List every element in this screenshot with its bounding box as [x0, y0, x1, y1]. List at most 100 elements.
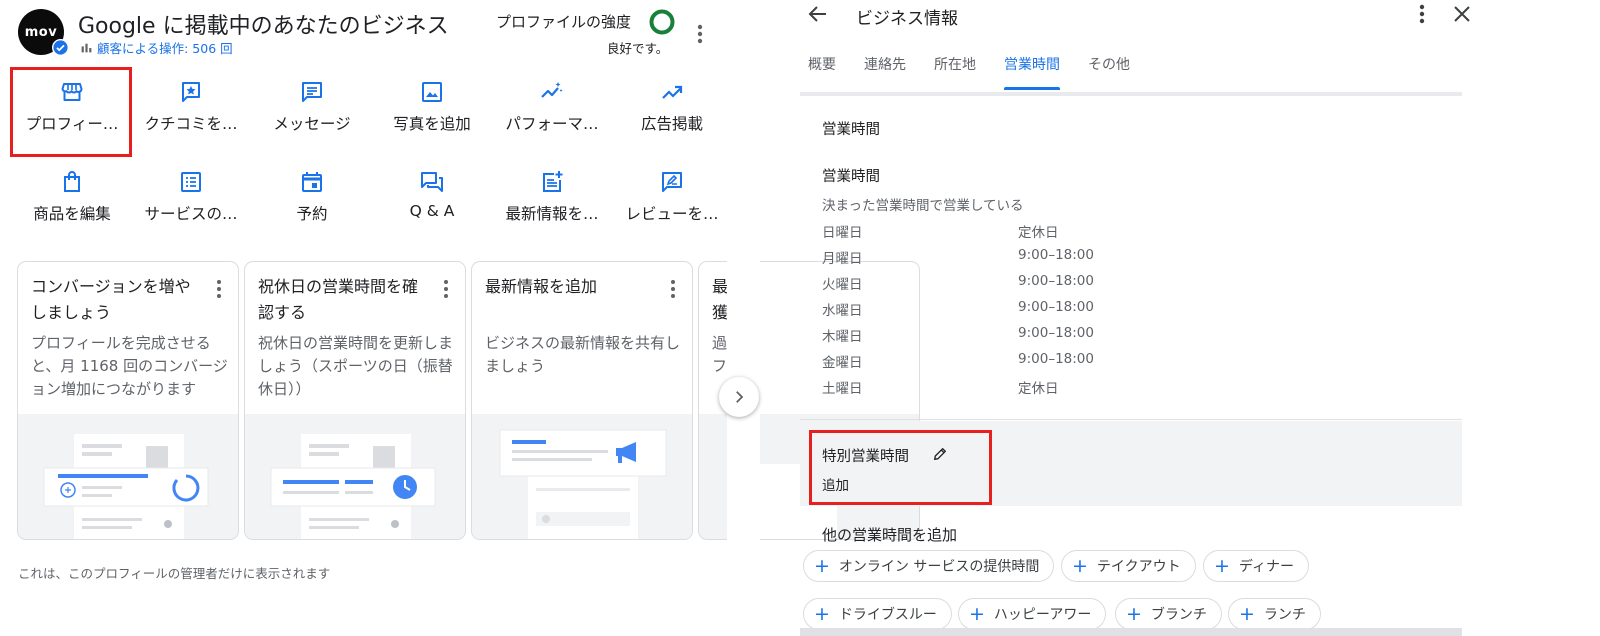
time-value: 9:00–18:00 — [1018, 273, 1094, 289]
chip-drive-through[interactable]: + ドライブスルー — [803, 598, 952, 630]
time-value: 9:00–18:00 — [1018, 299, 1094, 315]
plus-icon: + — [1239, 602, 1255, 625]
qa-icon — [421, 172, 443, 192]
ask-review-button[interactable]: レビューを… — [612, 170, 732, 230]
close-icon[interactable] — [1450, 2, 1474, 26]
action-label: レビューを… — [625, 205, 719, 223]
tab-more[interactable]: その他 — [1088, 50, 1130, 90]
section-divider — [800, 419, 1462, 420]
action-label: 広告掲載 — [640, 115, 703, 133]
action-label: Q & A — [409, 202, 455, 220]
profile-strength-label: プロファイルの強度 — [496, 13, 632, 31]
add-update-button[interactable]: 最新情報を… — [492, 170, 612, 230]
hours-row: 金曜日 9:00–18:00 — [822, 351, 1094, 377]
bookings-button[interactable]: 予約 — [252, 170, 372, 230]
calendar-icon — [302, 172, 322, 192]
hours-table[interactable]: 日曜日 定休日 月曜日 9:00–18:00 火曜日 9:00–18:00 水曜日 9:… — [822, 221, 1094, 403]
reviews-button[interactable]: クチコミを… — [131, 80, 251, 140]
verified-badge-icon — [52, 39, 69, 56]
chip-brunch[interactable]: + ブランチ — [1115, 598, 1222, 630]
tab-overview[interactable]: 概要 — [808, 50, 836, 90]
chip-dinner[interactable]: + ディナー — [1203, 550, 1309, 582]
day-label: 水曜日 — [822, 303, 863, 319]
chip-label: テイクアウト — [1096, 559, 1181, 575]
hours-row: 日曜日 定休日 — [822, 221, 1094, 247]
chip-happy-hour[interactable]: + ハッピーアワー — [958, 598, 1107, 630]
add-update-card[interactable]: 最新情報を追加 ビジネスの最新情報を共有しましょう — [471, 261, 693, 540]
plus-icon: + — [1126, 602, 1142, 625]
chevron-right-icon — [736, 391, 744, 403]
chip-label: ハッピーアワー — [993, 607, 1092, 623]
chip-label: ランチ — [1263, 607, 1306, 623]
card-more-icon[interactable] — [212, 278, 226, 300]
advertise-button[interactable]: 広告掲載 — [612, 80, 732, 140]
hours-heading[interactable]: 営業時間 — [822, 165, 880, 186]
hours-row: 木曜日 9:00–18:00 — [822, 325, 1094, 351]
chip-takeout[interactable]: + テイクアウト — [1061, 550, 1196, 582]
tab-bar: 概要 連絡先 所在地 営業時間 その他 — [808, 50, 1130, 90]
card-more-icon[interactable] — [439, 278, 453, 300]
bar-chart-icon — [81, 43, 92, 53]
time-value: 9:00–18:00 — [1018, 351, 1094, 367]
conversion-card[interactable]: コンバージョンを増やしましょう プロフィールを完成させると、月 1168 回のコ… — [17, 261, 239, 540]
day-label: 金曜日 — [822, 355, 863, 371]
card-more-icon[interactable] — [666, 278, 680, 300]
card-body: 過フ — [712, 334, 728, 375]
tab-hours[interactable]: 営業時間 — [1004, 50, 1060, 90]
photo-icon — [422, 82, 442, 102]
tab-contact[interactable]: 連絡先 — [864, 50, 906, 90]
message-icon — [302, 82, 322, 102]
action-label: サービスの… — [144, 205, 238, 223]
card-illustration — [472, 414, 692, 539]
card-title: 最新情報を追加 — [485, 277, 598, 296]
plus-icon: + — [1072, 554, 1088, 577]
avatar-text: mov — [24, 24, 58, 40]
post-add-icon — [543, 171, 563, 192]
customer-operations-link[interactable]: 顧客による操作: 506 回 — [80, 38, 233, 57]
hours-row: 月曜日 9:00–18:00 — [822, 247, 1094, 273]
performance-icon — [541, 82, 563, 98]
chip-label: ディナー — [1238, 559, 1294, 575]
plus-icon: + — [814, 554, 830, 577]
services-button[interactable]: サービスの… — [131, 170, 251, 230]
trending-up-icon — [662, 85, 683, 99]
chip-lunch[interactable]: + ランチ — [1228, 598, 1321, 630]
edit-products-button[interactable]: 商品を編集 — [12, 170, 132, 230]
cards-next-button[interactable] — [719, 377, 759, 417]
card-illustration — [245, 414, 465, 539]
card-body: 祝休日の営業時間を更新しましょう（スポーツの日（振替休日）） — [258, 334, 454, 398]
card-illustration — [18, 414, 238, 539]
add-photo-button[interactable]: 写真を追加 — [372, 80, 492, 140]
time-value: 定休日 — [1018, 225, 1059, 241]
qa-button[interactable]: Q & A — [372, 170, 492, 230]
card-title: 最獲 — [712, 277, 729, 322]
tabs-divider — [800, 92, 1462, 96]
time-value: 定休日 — [1018, 381, 1059, 397]
business-profile-panel: mov Google に掲載中のあなたのビジネス 顧客による操作: 506 回 … — [0, 0, 920, 636]
action-label: 最新情報を… — [505, 205, 599, 223]
messages-button[interactable]: メッセージ — [252, 80, 372, 140]
scroll-edge — [800, 628, 1462, 636]
action-label: クチコミを… — [144, 115, 238, 133]
day-label: 日曜日 — [822, 225, 863, 241]
time-value: 9:00–18:00 — [1018, 325, 1094, 341]
panel-more-icon[interactable] — [1412, 2, 1432, 26]
rate-review-icon — [662, 172, 682, 192]
section-heading: 営業時間 — [822, 122, 880, 138]
more-options-icon[interactable] — [690, 22, 710, 46]
performance-button[interactable]: パフォーマ… — [492, 80, 612, 140]
day-label: 月曜日 — [822, 251, 863, 267]
back-arrow-icon[interactable] — [806, 2, 830, 26]
card-body: プロフィールを完成させると、月 1168 回のコンバージョン増加につながります — [31, 334, 228, 398]
chip-online-service-hours[interactable]: + オンライン サービスの提供時間 — [803, 550, 1055, 582]
holiday-hours-card[interactable]: 祝休日の営業時間を確認する 祝休日の営業時間を更新しましょう（スポーツの日（振替… — [244, 261, 466, 540]
action-label: 予約 — [296, 205, 328, 223]
day-label: 土曜日 — [822, 381, 863, 397]
shopping-bag-icon — [64, 171, 80, 192]
card-body: ビジネスの最新情報を共有しましょう — [485, 334, 681, 375]
highlight-box — [10, 67, 132, 157]
tab-location[interactable]: 所在地 — [934, 50, 976, 90]
plus-icon: + — [969, 602, 985, 625]
action-label: 写真を追加 — [393, 115, 471, 133]
hours-description: 決まった営業時間で営業している — [822, 198, 1024, 214]
